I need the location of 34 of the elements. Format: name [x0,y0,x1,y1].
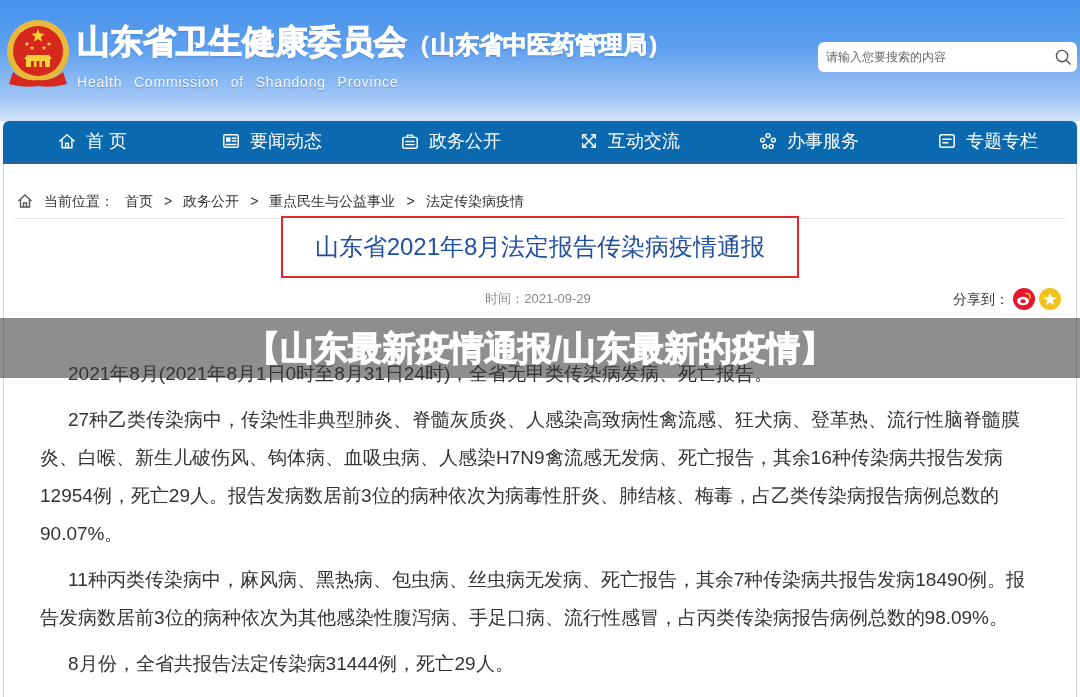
article-paragraph: 11种丙类传染病中，麻风病、黑热病、包虫病、丝虫病无发病、死亡报告，其余7种传染病共报告发病18490例。报告发病数居前3位的病种依次为其他感染性腹泻病、手足口病、流行性感冒，占丙类传染病报告病例总数的98.09%。 [40,568,1027,630]
nav-item[interactable]: 首 页 [3,121,182,161]
article-paragraph: 8月份，全省共报告法定传染病31444例，死亡29人。 [67,652,515,676]
site-english-name: Health Commission of Shandong Province [77,73,400,91]
card-icon [937,132,956,150]
nav-item[interactable]: 互动交流 [540,121,719,161]
briefcase-icon [400,132,419,150]
dots-ring-icon [758,132,777,150]
breadcrumb-link[interactable]: 政务公开 [183,191,240,211]
breadcrumb-label: 当前位置： [44,192,114,211]
home-icon [58,132,76,150]
breadcrumb-separator: > [250,192,259,211]
emblem-logo [5,18,71,88]
article-paragraph: 27种乙类传染病中，传染性非典型肺炎、脊髓灰质炎、人感染高致病性禽流感、狂犬病、登革热、流行性脑脊髓膜炎、白喉、新生儿破伤风、钩体病、血吸虫病、人感染H7N9禽流感无发病、死亡报告，其余16种传染病共报告发病12954例，死亡29人。报告发病数居前3位的病种依次为病毒性肝炎、肺结核、梅毒，占乙类传染病报告病例总数的90.07%。 [40,408,1022,546]
share-label: 分享到： [953,289,1009,309]
breadcrumb-link[interactable]: 重点民生与公益事业 [269,191,396,211]
article-title: 山东省2021年8月法定报告传染病疫情通报 [281,216,799,278]
breadcrumb-separator: > [406,192,415,211]
share-icon[interactable] [1013,288,1035,310]
nav-item[interactable]: 政务公开 [361,121,540,161]
search-field[interactable]: 请输入您要搜索的内容 [818,42,1077,72]
crossed-arrows-icon [579,132,598,150]
breadcrumb-separator: > [164,192,173,211]
breadcrumb-link[interactable]: 法定传染病疫情 [425,191,524,211]
site-subtitle: （山东省中医药管理局） [407,30,671,60]
home-icon[interactable] [17,193,33,209]
nav-item[interactable]: 办事服务 [719,121,898,161]
nav-item[interactable]: 专题专栏 [898,121,1077,161]
breadcrumb-link[interactable]: 首页 [125,191,153,211]
search-icon[interactable] [1055,49,1071,65]
site-title: 山东省卫生健康委员会 [77,22,407,62]
nav-item[interactable]: 要闻动态 [182,121,361,161]
publish-time: 时间：2021-09-29 [485,290,591,309]
newspaper-icon [221,132,240,150]
